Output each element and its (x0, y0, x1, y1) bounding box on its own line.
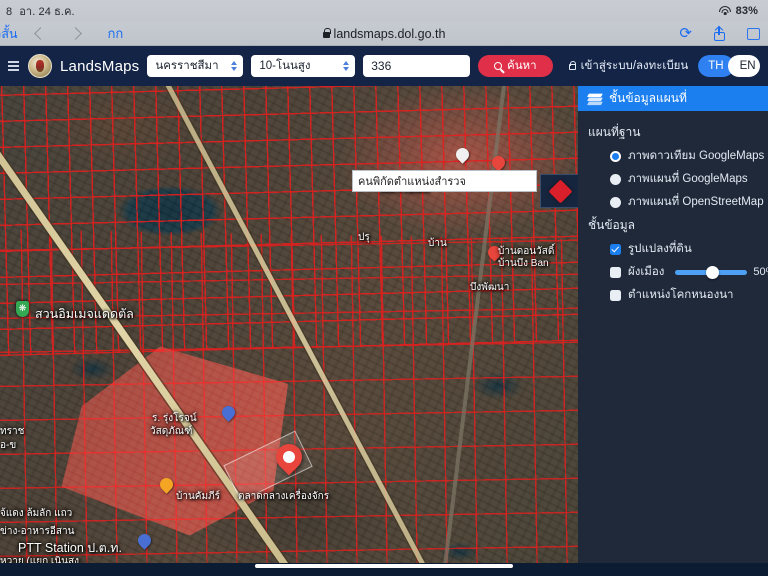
status-date: อา. 24 ธ.ค. (19, 6, 75, 18)
layers-panel-header: ชั้นข้อมูลแผนที่ (578, 86, 768, 111)
district-select[interactable]: 10-โนนสูง (251, 55, 356, 77)
forward-icon[interactable] (68, 27, 82, 40)
ios-status-bar: 8 อา. 24 ธ.ค. 83% (0, 0, 768, 22)
basemap-option-label: ภาพแผนที่ GoogleMaps (628, 173, 748, 185)
home-indicator-bar (0, 563, 768, 576)
layers-panel: ชั้นข้อมูลแผนที่ แผนที่ฐาน ภาพดาวเทียม G… (578, 86, 768, 563)
slider-value: 50% (753, 266, 768, 278)
radio-icon[interactable] (610, 173, 621, 185)
share-icon[interactable] (714, 26, 725, 41)
datalayer-option-label: รูปแปลงที่ดิน (628, 243, 692, 255)
search-input[interactable]: 336 (363, 55, 470, 77)
status-left: 8 อา. 24 ธ.ค. (6, 2, 75, 20)
basemap-option[interactable]: ภาพดาวเทียม GoogleMaps (610, 147, 768, 165)
layers-panel-body: แผนที่ฐาน ภาพดาวเทียม GoogleMaps ภาพแผนที… (578, 111, 768, 304)
search-button[interactable]: ค้นหา (478, 55, 553, 77)
tabs-icon[interactable] (747, 27, 760, 40)
chevron-updown-icon (343, 61, 350, 71)
address-bar[interactable]: landsmaps.dol.go.th (224, 27, 544, 41)
language-toggle[interactable]: TH EN (698, 55, 760, 77)
checkbox-icon[interactable] (610, 289, 621, 301)
map-label: บึงพัฒนา (470, 282, 510, 293)
layers-panel-title: ชั้นข้อมูลแผนที่ (609, 91, 687, 105)
basemap-option-group: ภาพดาวเทียม GoogleMaps ภาพแผนที่ GoogleMa… (588, 147, 768, 211)
basemap-option-label: ภาพดาวเทียม GoogleMaps (628, 150, 765, 162)
status-time: 8 (6, 6, 13, 18)
magnifier-icon (494, 62, 502, 70)
datalayer-option-label: ตำแหน่งโคกหนองนา (628, 289, 734, 301)
basemap-section-label: แผนที่ฐาน (588, 125, 641, 139)
search-button-label: ค้นหา (507, 60, 537, 72)
layers-icon (587, 93, 603, 105)
poi-pin-fuel-icon[interactable] (157, 475, 176, 495)
map-label: ปรุ (358, 232, 370, 243)
map-label: จ้แดง ล้มลัก แถว (0, 508, 73, 519)
basemap-option-label: ภาพแผนที่ OpenStreetMap (628, 196, 764, 208)
poi-pin-place-icon[interactable] (453, 145, 472, 165)
datalayer-option[interactable]: ผังเมือง 50% (610, 263, 768, 281)
map-label: บ้านคัมภีร์ (176, 491, 221, 502)
login-register-link[interactable]: เข้าสู่ระบบ/ลงทะเบียน (568, 57, 689, 75)
datalayer-option-label: ผังเมือง (628, 266, 665, 278)
lock-icon (568, 60, 577, 70)
reload-icon[interactable]: ⟳ (679, 26, 692, 41)
checkbox-icon[interactable] (610, 243, 621, 255)
map-label: ตลาดกลางเครื่องจักร (238, 491, 330, 502)
landsmaps-emblem-icon (28, 54, 52, 78)
basemap-option[interactable]: ภาพแผนที่ GoogleMaps (610, 170, 768, 188)
datalayer-option[interactable]: รูปแปลงที่ดิน (610, 240, 768, 258)
datalayer-section-label: ชั้นข้อมูล (588, 218, 636, 232)
radio-icon[interactable] (610, 196, 621, 208)
brand-title: LandsMaps (60, 57, 140, 75)
map-label: หวาย (แยก เนินสูง... (0, 556, 88, 563)
basemap-option[interactable]: ภาพแผนที่ OpenStreetMap (610, 193, 768, 211)
home-indicator[interactable] (255, 564, 513, 568)
map-label: อ-ข (0, 440, 17, 451)
map-label: วัสดุภัณฑ์ (150, 426, 193, 437)
map-tooltip-text: คนพิกัดตำแหน่งสำรวจ (358, 176, 466, 188)
poi-pin-bank-icon[interactable] (135, 531, 154, 551)
back-icon[interactable] (33, 27, 47, 40)
lang-en-button[interactable]: EN (727, 55, 760, 77)
login-register-label: เข้าสู่ระบบ/ลงทะเบียน (580, 60, 689, 72)
map-type-button[interactable] (540, 174, 580, 208)
slider-knob[interactable] (705, 265, 719, 279)
slider-track[interactable] (675, 265, 748, 279)
wifi-icon (719, 6, 732, 16)
district-select-value: 10-โนนสูง (259, 60, 311, 72)
checkbox-icon[interactable] (610, 266, 621, 278)
lock-icon (322, 27, 331, 38)
location-pin-icon[interactable] (270, 438, 308, 480)
battery-percent: 83% (735, 5, 758, 17)
opacity-slider[interactable]: 50% (675, 265, 768, 279)
browser-actions: ⟳ (679, 26, 760, 41)
map-label: บ้านบึง Ban (498, 258, 549, 269)
app-header: LandsMaps นครราชสีมา 10-โนนสูง 336 ค้นหา… (0, 46, 768, 86)
province-select[interactable]: นครราชสีมา (147, 55, 244, 77)
url-text: landsmaps.dol.go.th (333, 26, 446, 41)
map-tooltip: คนพิกัดตำแหน่งสำรวจ (352, 170, 537, 192)
map-label: ข่าง-อาหารอีสาน (0, 526, 75, 537)
province-select-value: นครราชสีมา (155, 60, 219, 72)
chevron-updown-icon (231, 61, 238, 71)
datalayer-option-group: รูปแปลงที่ดินผังเมือง 50% ตำแหน่งโคกหนองนา (588, 240, 768, 304)
park-icon (16, 301, 29, 317)
hamburger-menu-icon[interactable] (8, 60, 19, 72)
poi-pin-store-icon[interactable] (219, 403, 238, 423)
status-right: 83% (719, 5, 758, 17)
map-type-diamond-icon (547, 178, 573, 204)
browser-nav-buttons (33, 27, 82, 40)
tablet-screen: 8 อา. 24 ธ.ค. 83% จสั้น กก landsmaps.dol… (0, 0, 768, 576)
map-label: สวนอิมเมจแดดตัล (35, 307, 134, 321)
map-label: บ้าน (428, 238, 447, 249)
browser-tab-title[interactable]: จสั้น (0, 24, 18, 44)
datalayer-option[interactable]: ตำแหน่งโคกหนองนา (610, 286, 768, 304)
text-size-button[interactable]: กก (108, 23, 124, 44)
browser-toolbar: จสั้น กก landsmaps.dol.go.th ⟳ (0, 22, 768, 46)
search-input-value: 336 (371, 59, 392, 73)
map-label: ทราช (0, 426, 25, 437)
radio-icon[interactable] (610, 150, 621, 162)
